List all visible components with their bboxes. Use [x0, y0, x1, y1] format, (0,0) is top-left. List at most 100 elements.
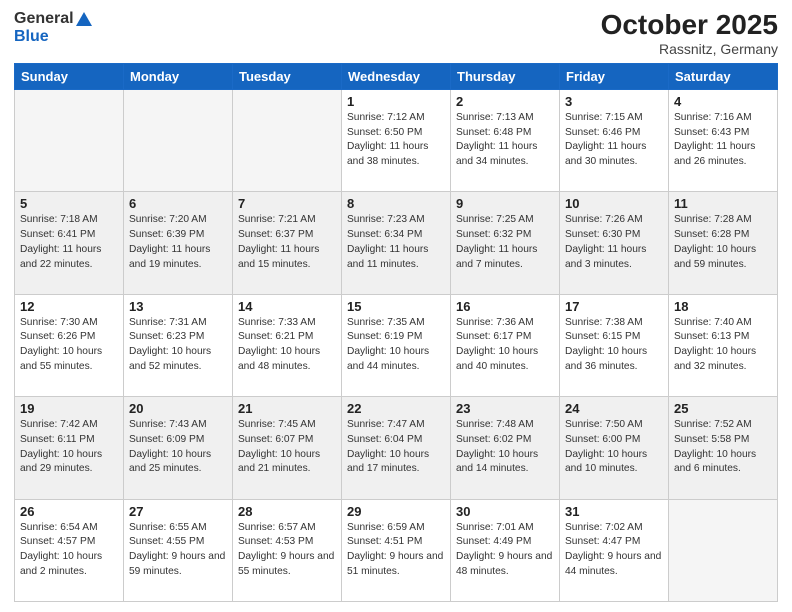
day-number: 19: [20, 401, 118, 416]
day-number: 15: [347, 299, 445, 314]
calendar-week-row-3: 19Sunrise: 7:42 AM Sunset: 6:11 PM Dayli…: [15, 397, 778, 499]
day-info: Sunrise: 7:33 AM Sunset: 6:21 PM Dayligh…: [238, 316, 336, 375]
header: General Blue October 2025 Rassnitz, Germ…: [14, 10, 778, 57]
calendar-table: Sunday Monday Tuesday Wednesday Thursday…: [14, 63, 778, 602]
calendar-cell-0-0: [15, 89, 124, 191]
day-info: Sunrise: 7:45 AM Sunset: 6:07 PM Dayligh…: [238, 418, 336, 477]
day-number: 16: [456, 299, 554, 314]
day-info: Sunrise: 6:57 AM Sunset: 4:53 PM Dayligh…: [238, 521, 336, 580]
calendar-cell-3-0: 19Sunrise: 7:42 AM Sunset: 6:11 PM Dayli…: [15, 397, 124, 499]
day-number: 5: [20, 196, 118, 211]
calendar-cell-3-5: 24 Sunrise: 7:50 AM Sunset: 6:00 PM Dayli…: [560, 397, 669, 499]
day-number: 11: [674, 196, 772, 211]
logo: General Blue: [14, 10, 93, 46]
day-info: Sunrise: 7:35 AM Sunset: 6:19 PM Dayligh…: [347, 316, 445, 375]
calendar-week-row-1: 5 Sunrise: 7:18 AM Sunset: 6:41 PM Daylig…: [15, 192, 778, 294]
day-info: Sunrise: 7:26 AM Sunset: 6:30 PM Dayligh…: [565, 213, 663, 272]
calendar-cell-1-5: 10 Sunrise: 7:26 AM Sunset: 6:30 PM Dayli…: [560, 192, 669, 294]
day-info: Sunrise: 7:36 AM Sunset: 6:17 PM Dayligh…: [456, 316, 554, 375]
day-number: 14: [238, 299, 336, 314]
calendar-cell-4-3: 29 Sunrise: 6:59 AM Sunset: 4:51 PM Dayli…: [342, 499, 451, 601]
day-number: 25: [674, 401, 772, 416]
calendar-cell-0-1: [124, 89, 233, 191]
calendar-cell-0-5: 3Sunrise: 7:15 AM Sunset: 6:46 PM Daylig…: [560, 89, 669, 191]
calendar-cell-1-4: 9 Sunrise: 7:25 AM Sunset: 6:32 PM Daylig…: [451, 192, 560, 294]
header-friday: Friday: [560, 63, 669, 89]
calendar-cell-3-3: 22 Sunrise: 7:47 AM Sunset: 6:04 PM Dayli…: [342, 397, 451, 499]
day-info: Sunrise: 6:55 AM Sunset: 4:55 PM Dayligh…: [129, 521, 227, 580]
day-info: Sunrise: 7:15 AM Sunset: 6:46 PM Dayligh…: [565, 111, 663, 170]
day-number: 1: [347, 94, 445, 109]
day-info: Sunrise: 7:47 AM Sunset: 6:04 PM Dayligh…: [347, 418, 445, 477]
day-number: 21: [238, 401, 336, 416]
month-title: October 2025: [601, 10, 778, 41]
day-info: Sunrise: 7:28 AM Sunset: 6:28 PM Dayligh…: [674, 213, 772, 272]
day-number: 23: [456, 401, 554, 416]
page: General Blue October 2025 Rassnitz, Germ…: [0, 0, 792, 612]
day-number: 22: [347, 401, 445, 416]
day-info: Sunrise: 7:40 AM Sunset: 6:13 PM Dayligh…: [674, 316, 772, 375]
day-number: 27: [129, 504, 227, 519]
calendar-cell-2-6: 18Sunrise: 7:40 AM Sunset: 6:13 PM Dayli…: [669, 294, 778, 396]
day-info: Sunrise: 6:59 AM Sunset: 4:51 PM Dayligh…: [347, 521, 445, 580]
day-info: Sunrise: 7:18 AM Sunset: 6:41 PM Dayligh…: [20, 213, 118, 272]
weekday-header-row: Sunday Monday Tuesday Wednesday Thursday…: [15, 63, 778, 89]
day-number: 7: [238, 196, 336, 211]
logo-general-text: General: [14, 10, 74, 28]
day-number: 10: [565, 196, 663, 211]
day-info: Sunrise: 7:30 AM Sunset: 6:26 PM Dayligh…: [20, 316, 118, 375]
calendar-cell-4-6: [669, 499, 778, 601]
day-info: Sunrise: 7:38 AM Sunset: 6:15 PM Dayligh…: [565, 316, 663, 375]
day-number: 30: [456, 504, 554, 519]
day-number: 20: [129, 401, 227, 416]
calendar-cell-4-4: 30 Sunrise: 7:01 AM Sunset: 4:49 PM Dayli…: [451, 499, 560, 601]
header-thursday: Thursday: [451, 63, 560, 89]
calendar-cell-3-4: 23 Sunrise: 7:48 AM Sunset: 6:02 PM Dayli…: [451, 397, 560, 499]
calendar-cell-2-2: 14 Sunrise: 7:33 AM Sunset: 6:21 PM Dayli…: [233, 294, 342, 396]
day-info: Sunrise: 7:50 AM Sunset: 6:00 PM Dayligh…: [565, 418, 663, 477]
day-info: Sunrise: 7:16 AM Sunset: 6:43 PM Dayligh…: [674, 111, 772, 170]
day-info: Sunrise: 7:02 AM Sunset: 4:47 PM Dayligh…: [565, 521, 663, 580]
day-number: 13: [129, 299, 227, 314]
calendar-cell-2-4: 16 Sunrise: 7:36 AM Sunset: 6:17 PM Dayli…: [451, 294, 560, 396]
calendar-cell-1-6: 11 Sunrise: 7:28 AM Sunset: 6:28 PM Dayli…: [669, 192, 778, 294]
day-number: 29: [347, 504, 445, 519]
day-number: 26: [20, 504, 118, 519]
day-number: 17: [565, 299, 663, 314]
day-number: 8: [347, 196, 445, 211]
day-number: 24: [565, 401, 663, 416]
day-info: Sunrise: 7:12 AM Sunset: 6:50 PM Dayligh…: [347, 111, 445, 170]
day-info: Sunrise: 7:43 AM Sunset: 6:09 PM Dayligh…: [129, 418, 227, 477]
day-number: 28: [238, 504, 336, 519]
calendar-cell-1-0: 5 Sunrise: 7:18 AM Sunset: 6:41 PM Daylig…: [15, 192, 124, 294]
calendar-cell-4-1: 27 Sunrise: 6:55 AM Sunset: 4:55 PM Dayli…: [124, 499, 233, 601]
calendar-cell-2-3: 15 Sunrise: 7:35 AM Sunset: 6:19 PM Dayli…: [342, 294, 451, 396]
calendar-week-row-4: 26 Sunrise: 6:54 AM Sunset: 4:57 PM Dayli…: [15, 499, 778, 601]
day-info: Sunrise: 7:48 AM Sunset: 6:02 PM Dayligh…: [456, 418, 554, 477]
title-block: October 2025 Rassnitz, Germany: [601, 10, 778, 57]
calendar-cell-3-6: 25 Sunrise: 7:52 AM Sunset: 5:58 PM Dayli…: [669, 397, 778, 499]
calendar-cell-2-0: 12 Sunrise: 7:30 AM Sunset: 6:26 PM Dayli…: [15, 294, 124, 396]
calendar-cell-3-2: 21 Sunrise: 7:45 AM Sunset: 6:07 PM Dayli…: [233, 397, 342, 499]
calendar-cell-1-3: 8Sunrise: 7:23 AM Sunset: 6:34 PM Daylig…: [342, 192, 451, 294]
day-info: Sunrise: 7:01 AM Sunset: 4:49 PM Dayligh…: [456, 521, 554, 580]
day-info: Sunrise: 7:52 AM Sunset: 5:58 PM Dayligh…: [674, 418, 772, 477]
day-info: Sunrise: 7:20 AM Sunset: 6:39 PM Dayligh…: [129, 213, 227, 272]
calendar-cell-0-6: 4 Sunrise: 7:16 AM Sunset: 6:43 PM Daylig…: [669, 89, 778, 191]
calendar-cell-0-2: [233, 89, 342, 191]
header-sunday: Sunday: [15, 63, 124, 89]
day-info: Sunrise: 7:25 AM Sunset: 6:32 PM Dayligh…: [456, 213, 554, 272]
calendar-week-row-2: 12 Sunrise: 7:30 AM Sunset: 6:26 PM Dayli…: [15, 294, 778, 396]
day-number: 9: [456, 196, 554, 211]
calendar-cell-1-2: 7 Sunrise: 7:21 AM Sunset: 6:37 PM Daylig…: [233, 192, 342, 294]
day-info: Sunrise: 7:21 AM Sunset: 6:37 PM Dayligh…: [238, 213, 336, 272]
header-monday: Monday: [124, 63, 233, 89]
calendar-cell-0-3: 1 Sunrise: 7:12 AM Sunset: 6:50 PM Daylig…: [342, 89, 451, 191]
day-info: Sunrise: 7:13 AM Sunset: 6:48 PM Dayligh…: [456, 111, 554, 170]
header-tuesday: Tuesday: [233, 63, 342, 89]
day-info: Sunrise: 6:54 AM Sunset: 4:57 PM Dayligh…: [20, 521, 118, 580]
location: Rassnitz, Germany: [601, 41, 778, 57]
day-number: 6: [129, 196, 227, 211]
day-number: 12: [20, 299, 118, 314]
day-number: 4: [674, 94, 772, 109]
